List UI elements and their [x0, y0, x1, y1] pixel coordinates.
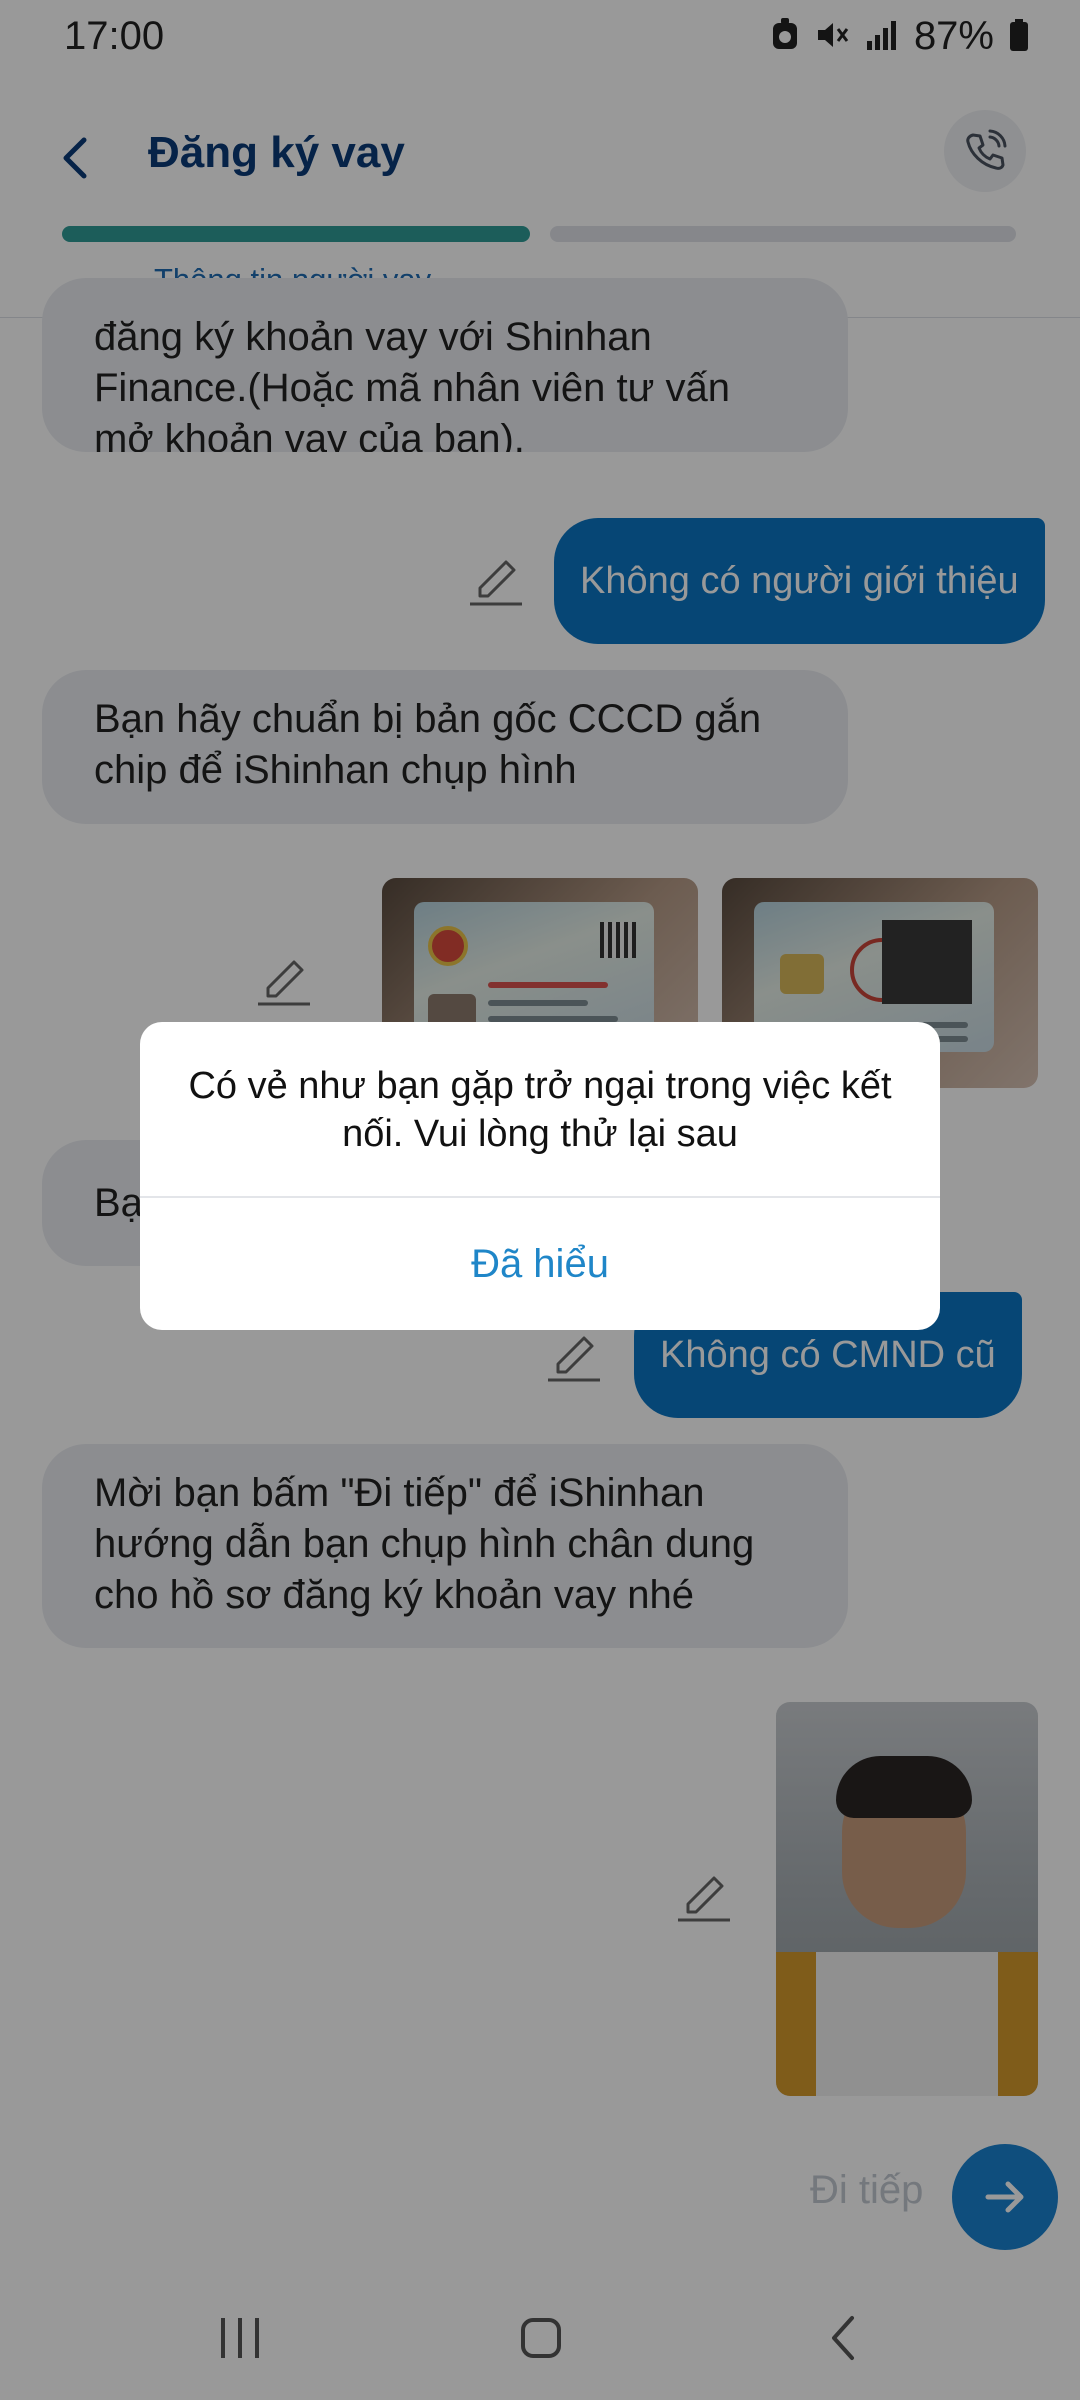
error-dialog: Có vẻ như bạn gặp trở ngại trong việc kế… — [140, 1022, 940, 1330]
dialog-message: Có vẻ như bạn gặp trở ngại trong việc kế… — [188, 1065, 892, 1155]
app-root: 17:00 87% Đăng ký vay Thông ti — [0, 0, 1080, 2400]
dialog-ok-button[interactable]: Đã hiểu — [140, 1198, 940, 1330]
